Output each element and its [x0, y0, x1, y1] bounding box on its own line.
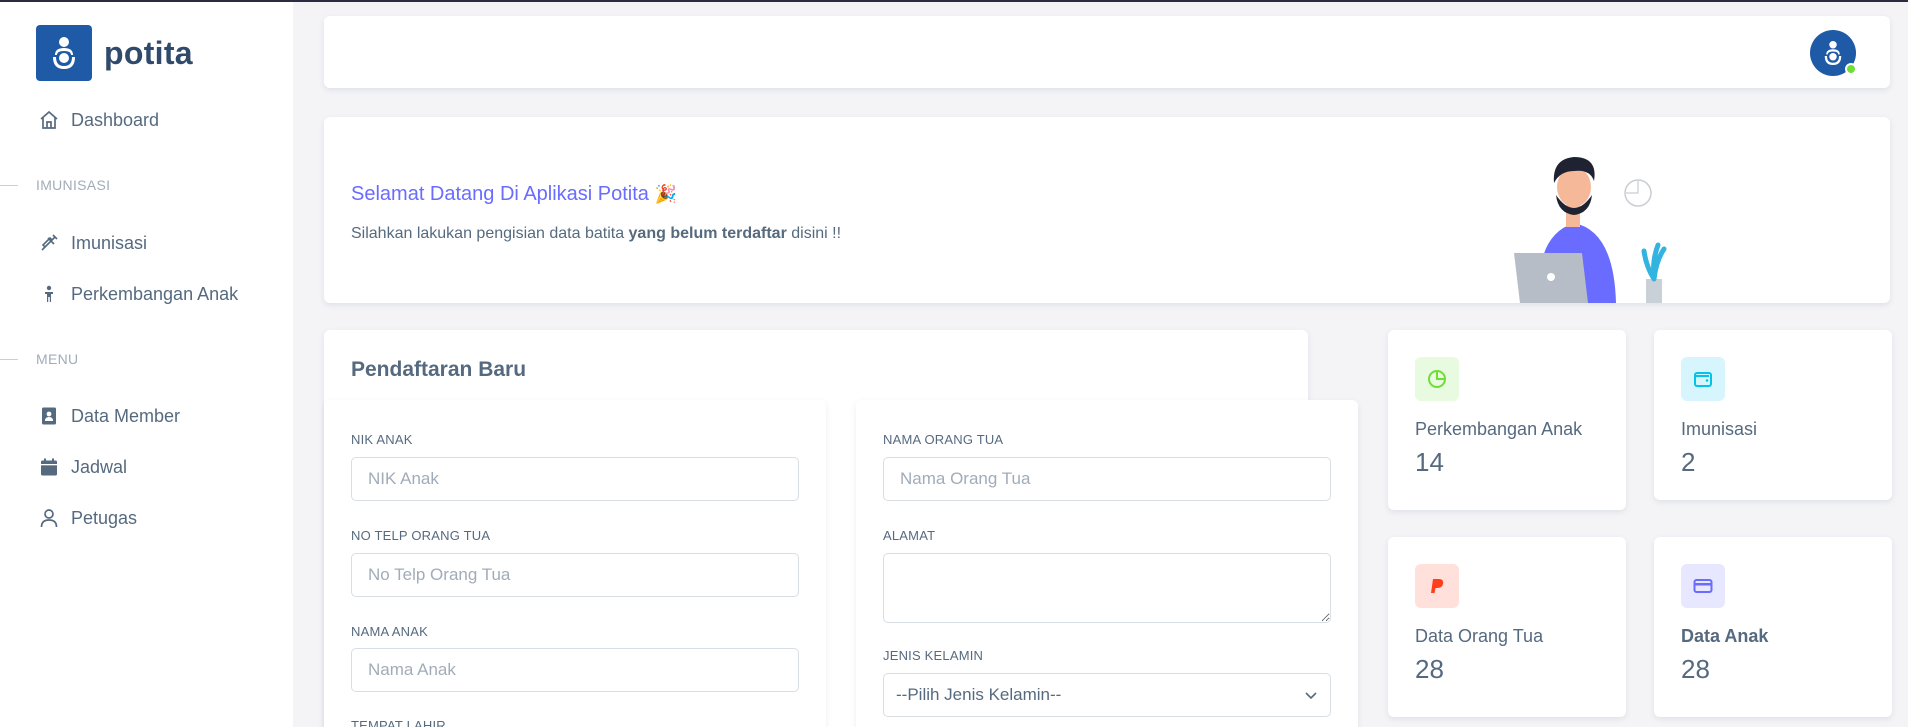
user-icon	[38, 507, 60, 529]
sidebar: potita Dashboard IMUNISASI Imunisasi Per…	[0, 2, 293, 727]
tempat-lahir-label: TEMPAT LAHIR	[351, 718, 446, 727]
child-icon	[38, 283, 60, 305]
avatar-logo-icon	[1824, 41, 1842, 65]
alamat-label: ALAMAT	[883, 528, 936, 543]
stat-card-data-orang-tua[interactable]: Data Orang Tua 28	[1388, 537, 1626, 717]
nik-input[interactable]	[351, 457, 799, 501]
welcome-title: Selamat Datang Di Aplikasi Potita 🎉	[351, 183, 677, 206]
form-column-left: NIK ANAK NO TELP ORANG TUA NAMA ANAK TEM…	[324, 400, 826, 727]
stat-card-perkembangan-anak[interactable]: Perkembangan Anak 14	[1388, 330, 1626, 510]
syringe-icon	[38, 232, 60, 254]
section-header-label: IMUNISASI	[36, 177, 111, 193]
party-popper-icon: 🎉	[654, 184, 677, 204]
sidebar-item-label: Data Member	[71, 405, 181, 426]
welcome-title-text: Selamat Datang Di Aplikasi Potita	[351, 183, 649, 205]
sidebar-item-petugas[interactable]: Petugas	[38, 507, 137, 529]
sidebar-item-perkembangan-anak[interactable]: Perkembangan Anak	[38, 283, 238, 305]
sidebar-item-data-member[interactable]: Data Member	[38, 405, 180, 427]
stat-label: Data Orang Tua	[1415, 626, 1544, 646]
welcome-text-bold: yang belum terdaftar	[628, 225, 787, 242]
stat-card-data-anak[interactable]: Data Anak 28	[1654, 537, 1892, 717]
registration-title: Pendaftaran Baru	[351, 358, 527, 381]
sidebar-item-label: Imunisasi	[71, 232, 148, 253]
section-header-label: MENU	[36, 351, 79, 367]
nama-ortu-input[interactable]	[883, 457, 1331, 501]
calendar-icon	[38, 456, 60, 478]
sidebar-item-label: Dashboard	[71, 109, 160, 130]
stat-card-imunisasi[interactable]: Imunisasi 2	[1654, 330, 1892, 500]
section-header-menu: MENU	[0, 351, 78, 367]
stat-label: Perkembangan Anak	[1415, 419, 1583, 439]
online-status-dot	[1845, 63, 1857, 75]
contact-book-icon	[38, 405, 60, 427]
jenis-kelamin-label: JENIS KELAMIN	[883, 648, 984, 663]
welcome-text: Silahkan lakukan pengisian data batita y…	[351, 225, 841, 243]
telp-label: NO TELP ORANG TUA	[351, 528, 491, 543]
stat-value: 2	[1681, 447, 1696, 477]
nama-ortu-label: NAMA ORANG TUA	[883, 432, 1004, 447]
jenis-kelamin-selected: --Pilih Jenis Kelamin--	[896, 685, 1062, 704]
welcome-text-pre: Silahkan lakukan pengisian data batita	[351, 225, 629, 242]
credit-card-icon	[1681, 564, 1725, 608]
stat-value: 28	[1681, 654, 1710, 684]
pie-chart-icon	[1415, 357, 1459, 401]
welcome-card: Selamat Datang Di Aplikasi Potita 🎉 Sila…	[324, 117, 1890, 303]
stat-value: 14	[1415, 447, 1444, 477]
man-with-laptop-illustration	[1514, 157, 1667, 303]
section-header-imunisasi: IMUNISASI	[0, 177, 110, 193]
form-column-right: NAMA ORANG TUA ALAMAT JENIS KELAMIN --Pi…	[856, 400, 1358, 727]
registration-card: Pendaftaran Baru NIK ANAK NO TELP ORANG …	[324, 330, 1358, 727]
sidebar-item-imunisasi[interactable]: Imunisasi	[38, 232, 147, 254]
telp-input[interactable]	[351, 553, 799, 597]
sidebar-item-label: Petugas	[71, 507, 138, 528]
stat-label: Data Anak	[1681, 626, 1769, 646]
wallet-icon	[1681, 357, 1725, 401]
sidebar-item-label: Perkembangan Anak	[71, 283, 239, 304]
home-icon	[38, 109, 60, 131]
jenis-kelamin-select[interactable]: --Pilih Jenis Kelamin--	[883, 673, 1331, 717]
sidebar-item-jadwal[interactable]: Jadwal	[38, 456, 127, 478]
sidebar-item-label: Jadwal	[71, 456, 128, 477]
brand-name: potita	[104, 34, 193, 71]
alamat-textarea[interactable]	[883, 553, 1331, 623]
brand-logo-icon	[36, 25, 92, 81]
top-navbar	[324, 16, 1890, 88]
nama-anak-input[interactable]	[351, 648, 799, 692]
user-avatar[interactable]	[1810, 30, 1857, 76]
sidebar-item-dashboard[interactable]: Dashboard	[38, 109, 159, 131]
welcome-text-post: disini !!	[786, 225, 842, 242]
brand[interactable]: potita	[36, 25, 193, 81]
paypal-icon	[1415, 564, 1459, 608]
stat-value: 28	[1415, 654, 1444, 684]
nama-anak-label: NAMA ANAK	[351, 624, 428, 639]
chevron-down-icon	[1305, 692, 1317, 700]
nik-label: NIK ANAK	[351, 432, 413, 447]
stat-label: Imunisasi	[1681, 419, 1758, 439]
